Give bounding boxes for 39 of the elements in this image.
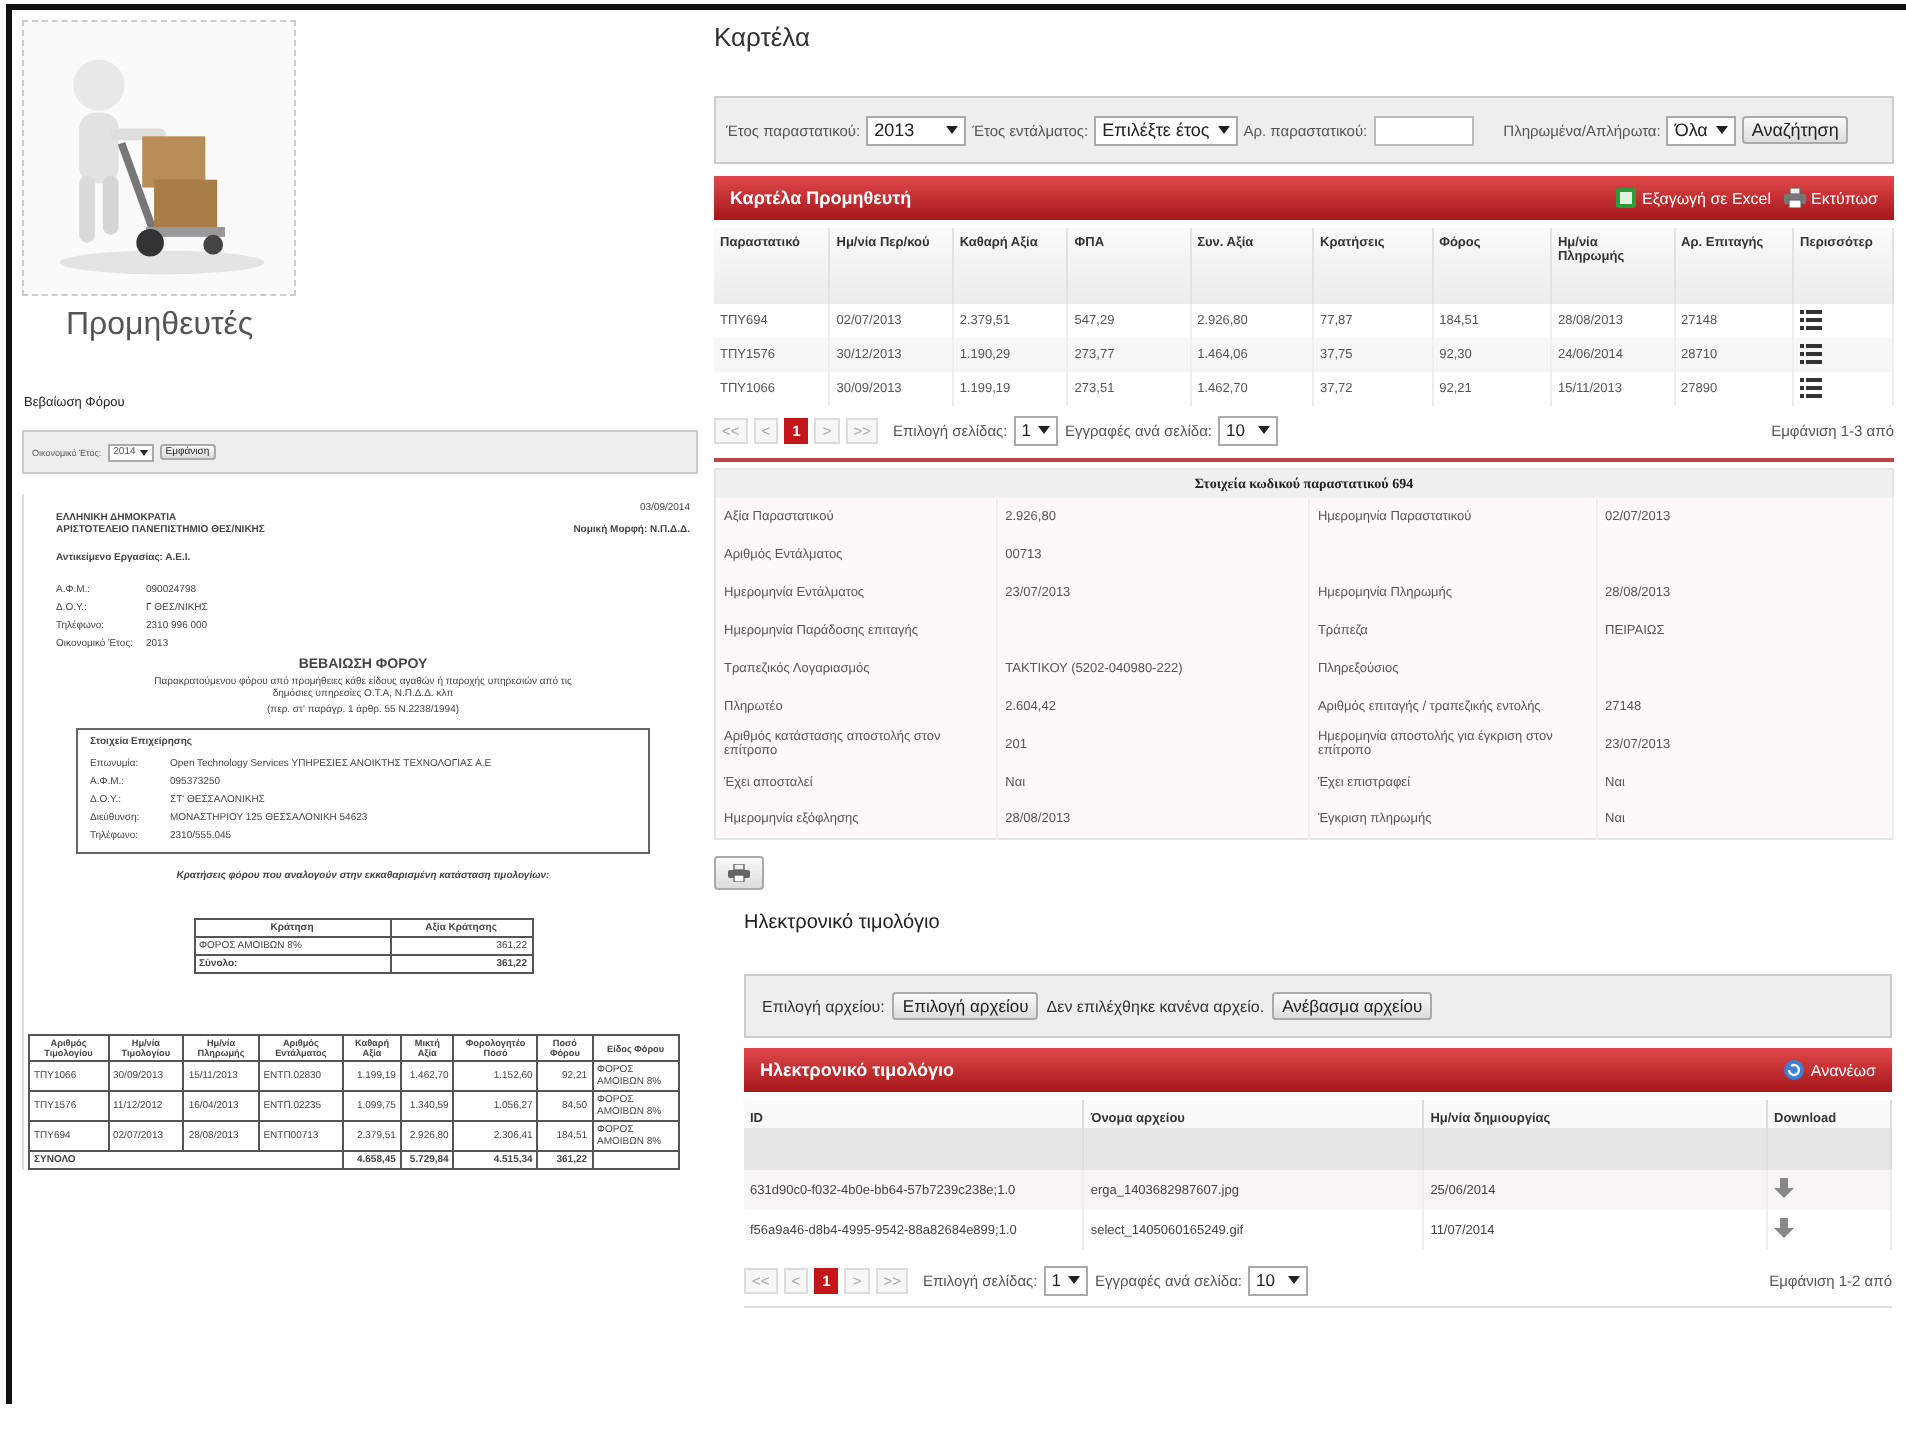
page-title: Καρτέλα <box>714 22 810 52</box>
section-title: Ηλεκτρονικό τιμολόγιο <box>744 912 940 934</box>
caret-icon <box>1068 1276 1081 1284</box>
export-link[interactable]: Εξαγωγή σε Excel <box>1615 188 1772 208</box>
upload-button[interactable]: Ανέβασμα αρχείου <box>1272 992 1433 1020</box>
list-icon[interactable] <box>1800 309 1823 329</box>
caret-icon <box>139 449 148 455</box>
download-icon[interactable] <box>1774 1177 1794 1199</box>
filter-select[interactable]: Επιλέξτε έτος <box>1094 115 1238 145</box>
caret-icon <box>946 126 959 134</box>
page-title: Προμηθευτές <box>66 308 254 344</box>
caret-icon <box>1038 426 1051 434</box>
file-label: Επιλογή αρχείου: <box>762 997 885 1015</box>
caret-icon <box>1257 426 1270 434</box>
input-field[interactable] <box>1373 115 1474 145</box>
choose-file-button[interactable]: Επιλογή αρχείου <box>892 992 1039 1020</box>
caret-icon <box>1715 126 1728 134</box>
caret-icon <box>1217 126 1230 134</box>
filter-select[interactable]: 2013 <box>866 115 967 145</box>
print-link[interactable]: Εκτύπωσ <box>1783 188 1878 208</box>
caret-icon <box>1287 1276 1300 1284</box>
filter-select[interactable]: Όλα <box>1666 115 1736 145</box>
page-select[interactable]: 1 <box>1043 1265 1089 1295</box>
refresh-icon <box>1784 1060 1805 1080</box>
refresh-link[interactable]: Ανανέωσ <box>1784 1060 1876 1080</box>
printer-icon <box>728 864 750 882</box>
list-icon[interactable] <box>1800 377 1823 397</box>
no-file-text: Δεν επιλέχθηκε κανένα αρχείο. <box>1046 997 1265 1015</box>
printer-icon <box>1783 188 1806 208</box>
page-size-select[interactable]: 10 <box>1217 415 1278 445</box>
panel-title: Καρτέλα Προμηθευτή <box>730 188 912 208</box>
panel-title: Ηλεκτρονικό τιμολόγιο <box>760 1060 955 1080</box>
print-button[interactable] <box>714 856 764 890</box>
download-icon[interactable] <box>1774 1217 1794 1239</box>
page-size-select[interactable]: 10 <box>1247 1265 1308 1295</box>
search-button[interactable]: Αναζήτηση <box>1741 116 1849 144</box>
page-select[interactable]: 1 <box>1013 415 1059 445</box>
list-icon[interactable] <box>1800 343 1823 363</box>
spreadsheet-icon <box>1615 188 1636 208</box>
